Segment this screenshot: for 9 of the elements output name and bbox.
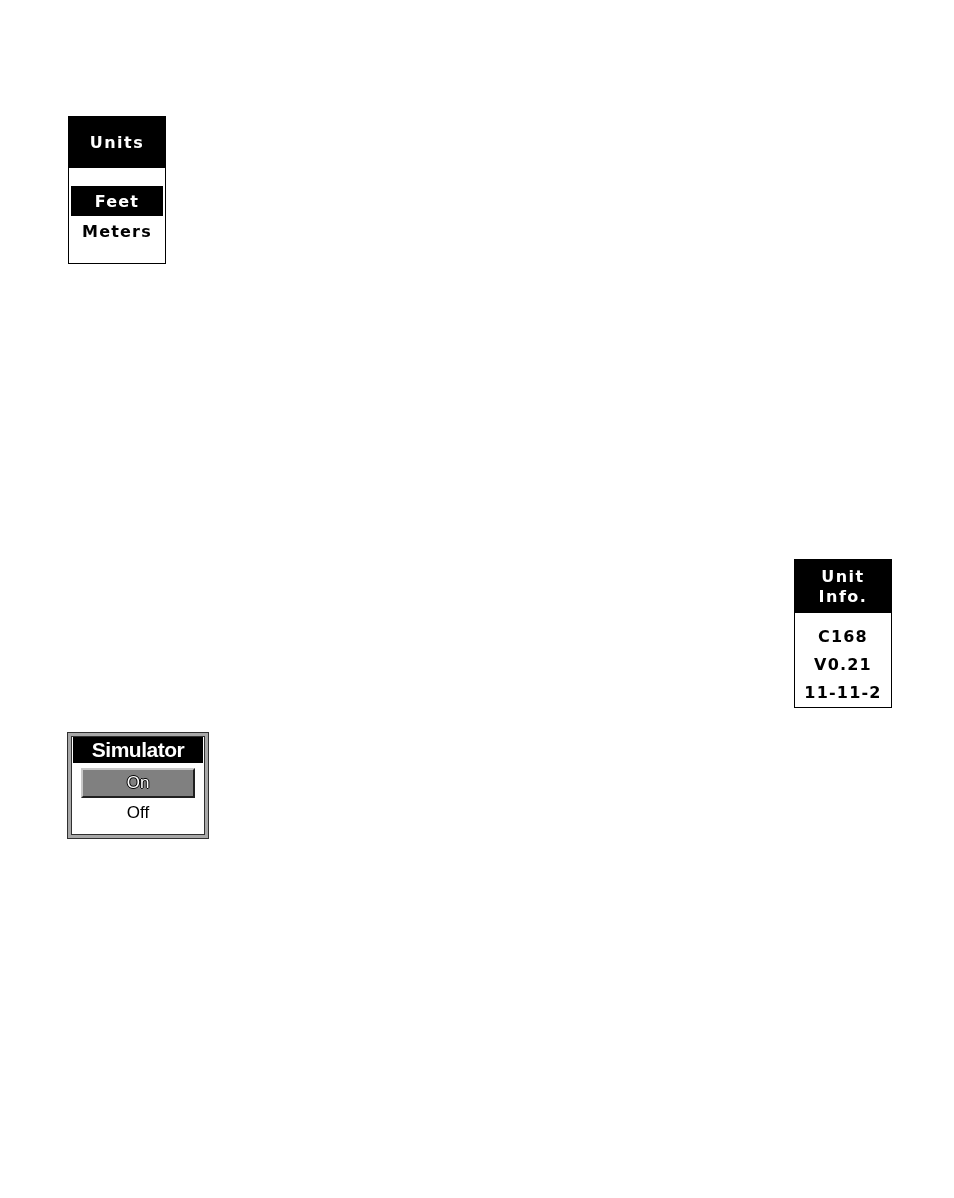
info-line: 11-11-2 [804,682,882,704]
info-line: V0.21 [814,654,872,676]
panel-title: Simulator [73,737,203,763]
panel-title: Units [69,117,165,168]
panel-title: Unit Info. [795,560,891,613]
unit-option[interactable]: Feet [71,186,163,216]
simulator-option[interactable]: On [81,768,195,798]
simulator-option[interactable]: Off [81,798,195,828]
info-line: C168 [818,626,868,648]
